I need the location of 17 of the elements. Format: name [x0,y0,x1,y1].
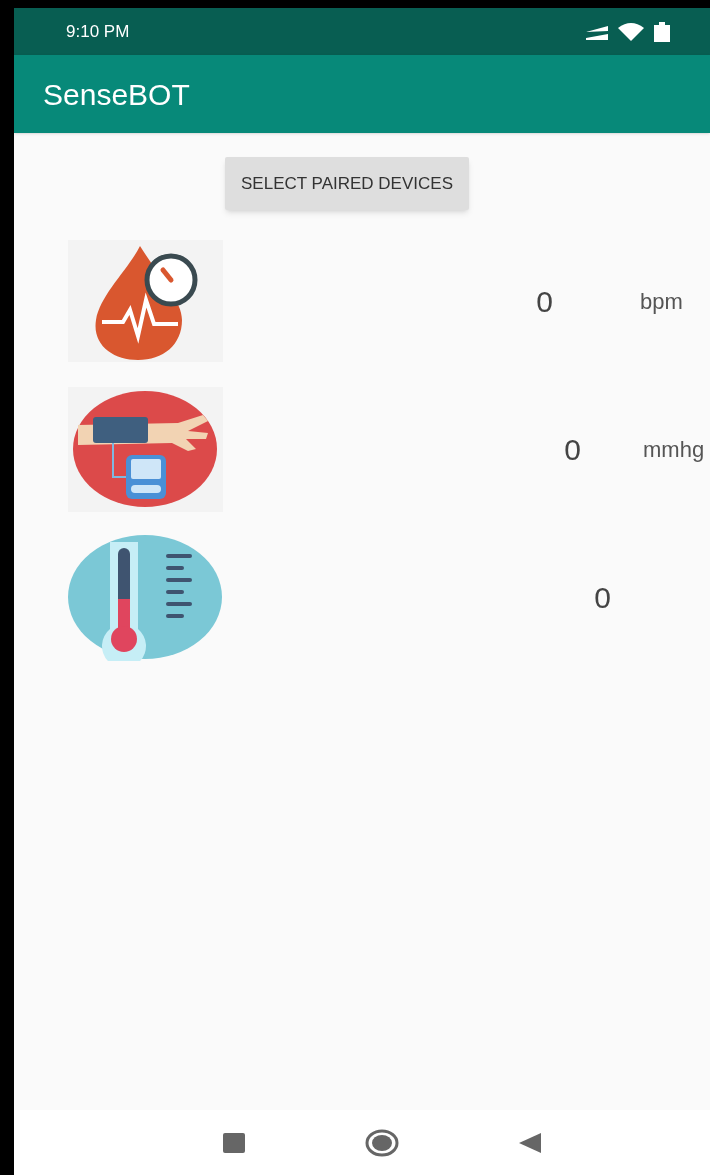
thermometer-icon [68,534,223,661]
app-title: SenseBOT [43,76,190,113]
reading-value: 0 [594,580,611,616]
select-paired-devices-button[interactable]: SELECT PAIRED DEVICES [225,157,469,210]
status-time: 9:10 PM [66,20,130,43]
blood-drop-heartbeat-icon [68,240,223,362]
recents-icon[interactable] [223,1132,245,1153]
reading-unit: mmhg [643,436,705,464]
reading-value: 0 [536,283,553,320]
reading-unit: bpm [640,287,683,316]
signal-icon [586,23,608,40]
battery-icon [654,21,670,42]
home-icon[interactable] [365,1128,399,1157]
wifi-icon [618,22,644,41]
back-icon[interactable] [519,1132,541,1153]
reading-value: 0 [564,432,581,468]
blood-pressure-monitor-icon [68,387,223,512]
